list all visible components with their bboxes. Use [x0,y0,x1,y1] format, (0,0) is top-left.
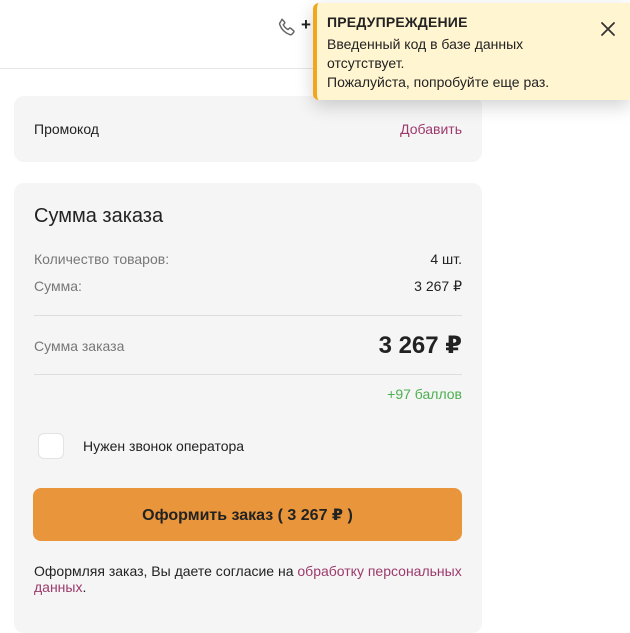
toast-message-line: отсутствует. [327,55,405,71]
total-label: Сумма заказа [34,338,125,354]
consent-prefix: Оформляя заказ, Вы даете согласие на [34,563,298,579]
divider [34,374,462,375]
sum-label: Сумма: [34,278,82,294]
summary-title: Сумма заказа [34,205,164,227]
phone-icon[interactable] [276,16,298,38]
total-row: Сумма заказа 3 267 ₽ [34,331,462,361]
toast-message-line: Введенный код в базе данных [327,36,524,52]
phone-number-prefix[interactable]: + [301,15,311,35]
items-count-value: 4 шт. [430,251,462,267]
promo-add-link[interactable]: Добавить [400,121,462,137]
divider [34,315,462,316]
toast-title: ПРЕДУПРЕЖДЕНИЕ [327,14,468,30]
toast-message: Введенный код в базе данных отсутствует.… [327,35,587,92]
total-value: 3 267 ₽ [378,332,462,359]
sum-value: 3 267 ₽ [414,278,462,294]
operator-call-label[interactable]: Нужен звонок оператора [83,438,244,454]
items-count-label: Количество товаров: [34,251,170,267]
close-icon[interactable] [600,21,616,37]
operator-call-checkbox[interactable] [38,433,64,459]
warning-toast: ПРЕДУПРЕЖДЕНИЕ Введенный код в базе данн… [313,3,630,100]
promo-card: Промокод Добавить [14,96,482,162]
items-count-row: Количество товаров: 4 шт. [34,251,462,267]
bonus-points: +97 баллов [387,386,462,402]
promo-label: Промокод [34,121,99,137]
consent-text: Оформляя заказ, Вы даете согласие на обр… [34,563,464,595]
place-order-button[interactable]: Оформить заказ ( 3 267 ₽ ) [33,488,462,541]
sum-row: Сумма: 3 267 ₽ [34,278,462,294]
toast-message-line: Пожалуйста, попробуйте еще раз. [327,74,550,90]
order-summary-card: Сумма заказа Количество товаров: 4 шт. С… [14,183,482,633]
consent-end: . [82,579,87,595]
